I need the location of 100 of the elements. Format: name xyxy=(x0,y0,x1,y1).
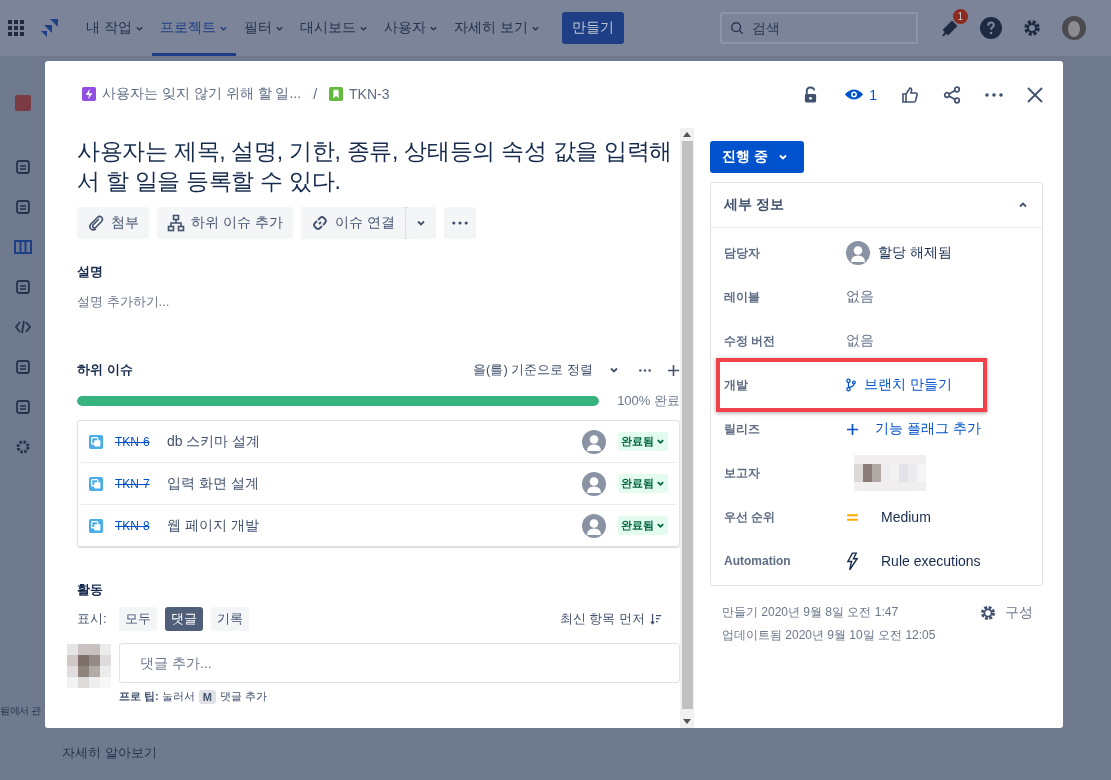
app-grid-icon[interactable] xyxy=(8,20,24,36)
sidebar-icon[interactable] xyxy=(13,398,32,416)
status-lozenge[interactable]: 완료됨 xyxy=(618,432,668,451)
logo-icon[interactable] xyxy=(40,18,60,38)
watcher-count: 1 xyxy=(869,86,877,103)
section-heading: 하위 이슈 xyxy=(77,361,134,379)
user-icon xyxy=(582,471,606,496)
more-icon[interactable] xyxy=(985,92,1003,97)
field-value[interactable]: 없음 xyxy=(846,288,874,306)
automation-link[interactable]: Rule executions xyxy=(881,553,981,569)
panel-title: 세부 정보 xyxy=(724,196,784,214)
tip-text: 프로 팁: 눌러서 xyxy=(119,689,195,704)
add-icon xyxy=(846,422,859,436)
filter-button[interactable]: 댓글 xyxy=(164,607,203,631)
create-branch-link[interactable]: 브랜치 만들기 xyxy=(864,376,952,394)
hierarchy-icon xyxy=(167,214,185,232)
subtask-summary: 입력 화면 설계 xyxy=(167,474,260,493)
add-subtask-button[interactable]: 하위 이슈 추가 xyxy=(157,207,293,239)
paperclip-icon xyxy=(87,214,105,232)
issue-key-link[interactable]: TKN-6 xyxy=(115,434,167,449)
add-icon[interactable] xyxy=(667,363,680,377)
sort-order-button[interactable]: 최신 항목 먼저 xyxy=(553,609,668,629)
field-label: 담당자 xyxy=(724,244,761,262)
more-icon xyxy=(451,221,468,225)
subtask-row[interactable]: TKN-7 입력 화면 설계 완료됨 xyxy=(81,463,676,505)
updated-date: 업데이트됨 2020년 9월 10일 오전 12:05 xyxy=(722,627,936,644)
link-icon xyxy=(310,214,329,232)
search-field[interactable]: 검색 xyxy=(719,12,918,44)
sidebar-icon[interactable] xyxy=(13,158,32,176)
sort-icon xyxy=(650,613,662,625)
issue-title[interactable]: 사용자는 제목, 설명, 기한, 종류, 상태등의 속성 값을 입력해서 할 일을 등록할 수 있다. xyxy=(77,136,680,196)
scroll-up-icon[interactable] xyxy=(683,132,691,137)
breadcrumb-link[interactable]: 사용자는 잊지 않기 위해 할 일... xyxy=(102,84,302,103)
field-label: 릴리즈 xyxy=(724,420,761,438)
share-icon[interactable] xyxy=(943,85,961,104)
more-icon[interactable] xyxy=(639,368,651,372)
bookmark-icon xyxy=(329,86,343,101)
close-icon[interactable] xyxy=(1027,86,1043,103)
field-label: 보고자 xyxy=(724,464,761,482)
comment-field[interactable]: 댓글 추가... xyxy=(119,643,680,683)
show-label: 표시: xyxy=(77,610,107,628)
chevron-down-icon xyxy=(777,152,788,162)
configure-button[interactable]: 구성 xyxy=(979,604,1033,622)
lightning-icon xyxy=(82,86,96,101)
sidebar-icon[interactable] xyxy=(13,278,32,296)
settings-icon xyxy=(979,604,997,622)
issue-key-link[interactable]: TKN-7 xyxy=(115,476,167,491)
keyboard-key: M xyxy=(198,689,216,704)
scrollbar[interactable] xyxy=(680,128,694,728)
more-button[interactable] xyxy=(443,207,476,239)
sort-dropdown[interactable]: 을(를) 기준으로 정렬 xyxy=(473,361,619,379)
chevron-down-icon xyxy=(656,521,665,530)
attach-button[interactable]: 첨부 xyxy=(77,207,149,239)
field-label: 우선 순위 xyxy=(724,508,777,526)
user-avatar[interactable] xyxy=(1061,16,1086,40)
link-issue-button[interactable]: 이슈 연결 xyxy=(300,207,405,239)
user-icon xyxy=(582,429,606,454)
create-button[interactable]: 만들기 xyxy=(561,12,624,44)
branch-icon xyxy=(846,378,856,392)
subtask-summary: db 스키마 설계 xyxy=(167,432,262,451)
field-label: Automation xyxy=(724,554,792,568)
lock-icon[interactable] xyxy=(803,85,819,104)
collapse-icon[interactable] xyxy=(1018,200,1028,210)
sidebar-icon[interactable] xyxy=(13,238,32,256)
field-value[interactable]: 없음 xyxy=(846,332,874,350)
progress-text: 100% 완료 xyxy=(617,392,680,410)
sidebar-icon[interactable] xyxy=(13,358,32,376)
subtask-row[interactable]: TKN-8 웹 페이지 개발 완료됨 xyxy=(81,505,676,546)
chevron-down-icon xyxy=(609,365,619,375)
help-icon[interactable] xyxy=(979,17,1002,39)
scroll-down-icon[interactable] xyxy=(683,719,691,724)
filter-button[interactable]: 기록 xyxy=(210,607,249,631)
chevron-down-icon xyxy=(415,218,426,228)
description-prompt[interactable]: 설명 추가하기... xyxy=(77,293,680,311)
notification-icon[interactable] xyxy=(939,18,960,38)
status-lozenge[interactable]: 완료됨 xyxy=(618,516,668,535)
subtask-summary: 웹 페이지 개발 xyxy=(167,516,260,535)
field-label: 레이블 xyxy=(724,288,761,306)
sidebar-icon[interactable] xyxy=(13,318,32,336)
search-icon xyxy=(729,21,744,35)
subtask-row[interactable]: TKN-6 db 스키마 설계 완료됨 xyxy=(81,421,676,463)
section-heading: 설명 xyxy=(77,263,104,281)
tip-text: 댓글 추가 xyxy=(219,689,268,704)
sidebar-text: 됨에서 관 xyxy=(0,704,41,718)
section-heading: 활동 xyxy=(77,581,104,599)
issue-key-link[interactable]: TKN-8 xyxy=(115,518,167,533)
thumbs-up-icon[interactable] xyxy=(901,85,919,104)
status-lozenge[interactable]: 완료됨 xyxy=(618,474,668,493)
add-feature-flag-link[interactable]: 기능 플래그 추가 xyxy=(875,420,981,438)
eye-icon[interactable] xyxy=(844,88,865,101)
user-icon xyxy=(846,241,870,265)
field-value[interactable]: Medium xyxy=(881,509,931,525)
filter-button[interactable]: 모두 xyxy=(118,607,157,631)
blurred-avatar xyxy=(67,644,111,688)
field-label: 수정 버전 xyxy=(724,332,777,350)
status-button[interactable]: 진행 중 xyxy=(710,141,804,173)
field-value[interactable]: 할당 해제됨 xyxy=(878,244,952,262)
settings-icon[interactable] xyxy=(1021,18,1042,38)
breadcrumb-link[interactable]: TKN-3 xyxy=(349,85,390,102)
sidebar-icon[interactable] xyxy=(13,198,32,216)
